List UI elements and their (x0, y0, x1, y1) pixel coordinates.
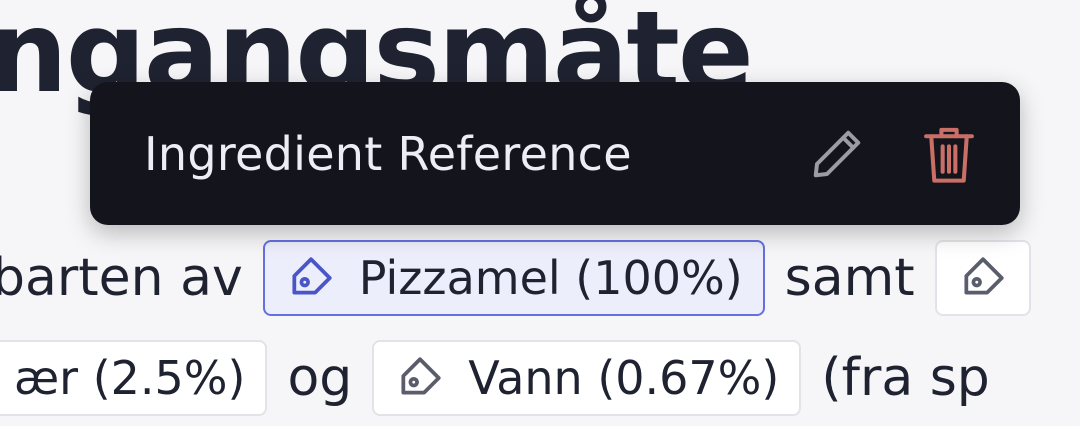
ingredient-reference-tooltip: Ingredient Reference (90, 82, 1020, 225)
text-segment: (fra sp (821, 348, 990, 408)
editor-stage: ngangsmåte Ingredient Reference barten a… (0, 0, 1080, 426)
delete-button[interactable] (914, 119, 984, 189)
tooltip-title: Ingredient Reference (144, 126, 632, 181)
chip-label: Vann (0.67%) (468, 351, 780, 405)
tag-icon (285, 252, 337, 304)
tag-icon (394, 352, 446, 404)
ingredient-chip-partial-left[interactable]: ær (2.5%) (0, 340, 268, 416)
ingredient-chip-vann[interactable]: Vann (0.67%) (372, 340, 802, 416)
text-segment: barten av (0, 248, 243, 308)
text-segment: og (287, 348, 353, 408)
tooltip-actions (802, 82, 984, 225)
chip-label: ær (2.5%) (14, 351, 246, 405)
text-segment: samt (784, 248, 915, 308)
ingredient-chip-partial[interactable] (934, 240, 1031, 316)
trash-icon (924, 127, 974, 183)
tag-icon (957, 252, 1009, 304)
instruction-line-1: barten av Pizzamel (100%) samt (0, 240, 1031, 316)
ingredient-chip-pizzamel[interactable]: Pizzamel (100%) (262, 240, 765, 316)
instruction-line-2: ær (2.5%) og Vann (0.67%) (fra sp (0, 340, 990, 416)
chip-label: Pizzamel (100%) (358, 251, 743, 305)
edit-button[interactable] (802, 119, 872, 189)
pencil-icon (813, 130, 861, 177)
